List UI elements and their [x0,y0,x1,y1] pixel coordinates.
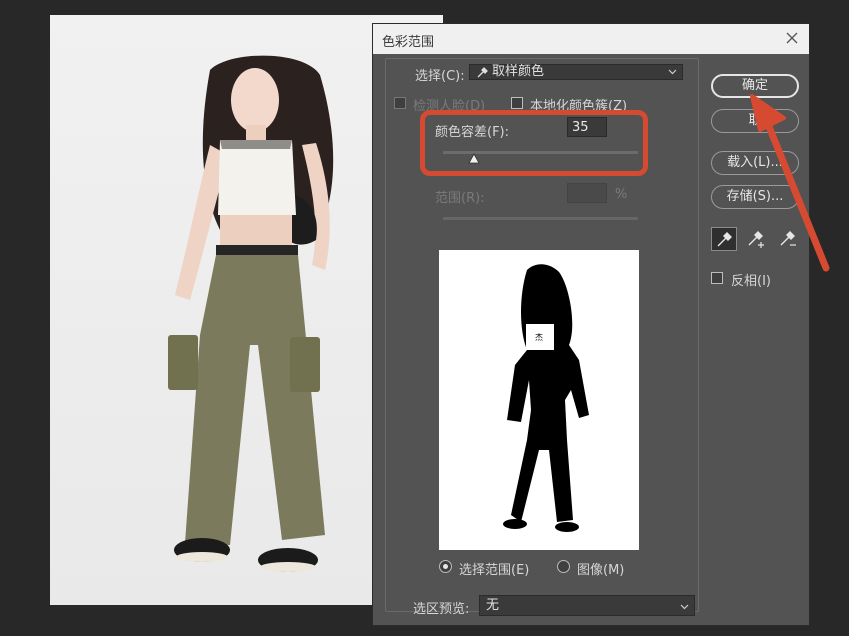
dialog-title: 色彩范围 [382,35,435,50]
selection-preview-image: 杰 [439,250,639,550]
eyedropper-tool[interactable] [711,227,737,251]
eyedropper-plus-icon [748,231,764,248]
eyedropper-icon [477,67,488,78]
eyedropper-icon [717,232,732,247]
eyedropper-subtract-tool[interactable] [775,227,801,251]
select-label: 选择(C): [415,69,465,84]
svg-text:杰: 杰 [535,332,543,342]
detect-faces-checkbox[interactable] [394,97,406,109]
silhouette-mask: 杰 [503,264,589,532]
localized-clusters-checkbox[interactable] [511,97,523,109]
range-slider[interactable] [443,217,638,220]
radio-image-label: 图像(M) [577,563,625,578]
radio-selection-label: 选择范围(E) [459,563,530,578]
annotation-highlight-box [420,110,648,176]
range-input[interactable] [567,183,607,203]
selection-preview-value: 无 [486,598,500,613]
range-unit: % [615,187,628,202]
invert-label: 反相(I) [731,274,771,289]
ok-button[interactable]: 确定 [711,74,799,98]
close-icon[interactable] [783,29,801,47]
invert-checkbox[interactable] [711,272,723,284]
selection-preview-label: 选区预览: [413,602,470,617]
select-dropdown[interactable]: 取样颜色 [469,64,683,80]
eyedropper-minus-icon [780,231,796,246]
save-button[interactable]: 存储(S)... [711,185,799,209]
radio-image[interactable] [557,560,570,573]
eyedropper-add-tool[interactable] [743,227,769,251]
chevron-down-icon [680,604,689,610]
radio-selection[interactable] [439,560,452,573]
cancel-button[interactable]: 取 [711,109,799,133]
chevron-down-icon [668,69,677,75]
selection-preview-dropdown[interactable]: 无 [479,595,695,616]
select-value: 取样颜色 [492,64,545,79]
range-label: 范围(R): [435,191,485,206]
load-button[interactable]: 载入(L)... [711,151,799,175]
dialog-titlebar[interactable]: 色彩范围 [373,24,809,54]
